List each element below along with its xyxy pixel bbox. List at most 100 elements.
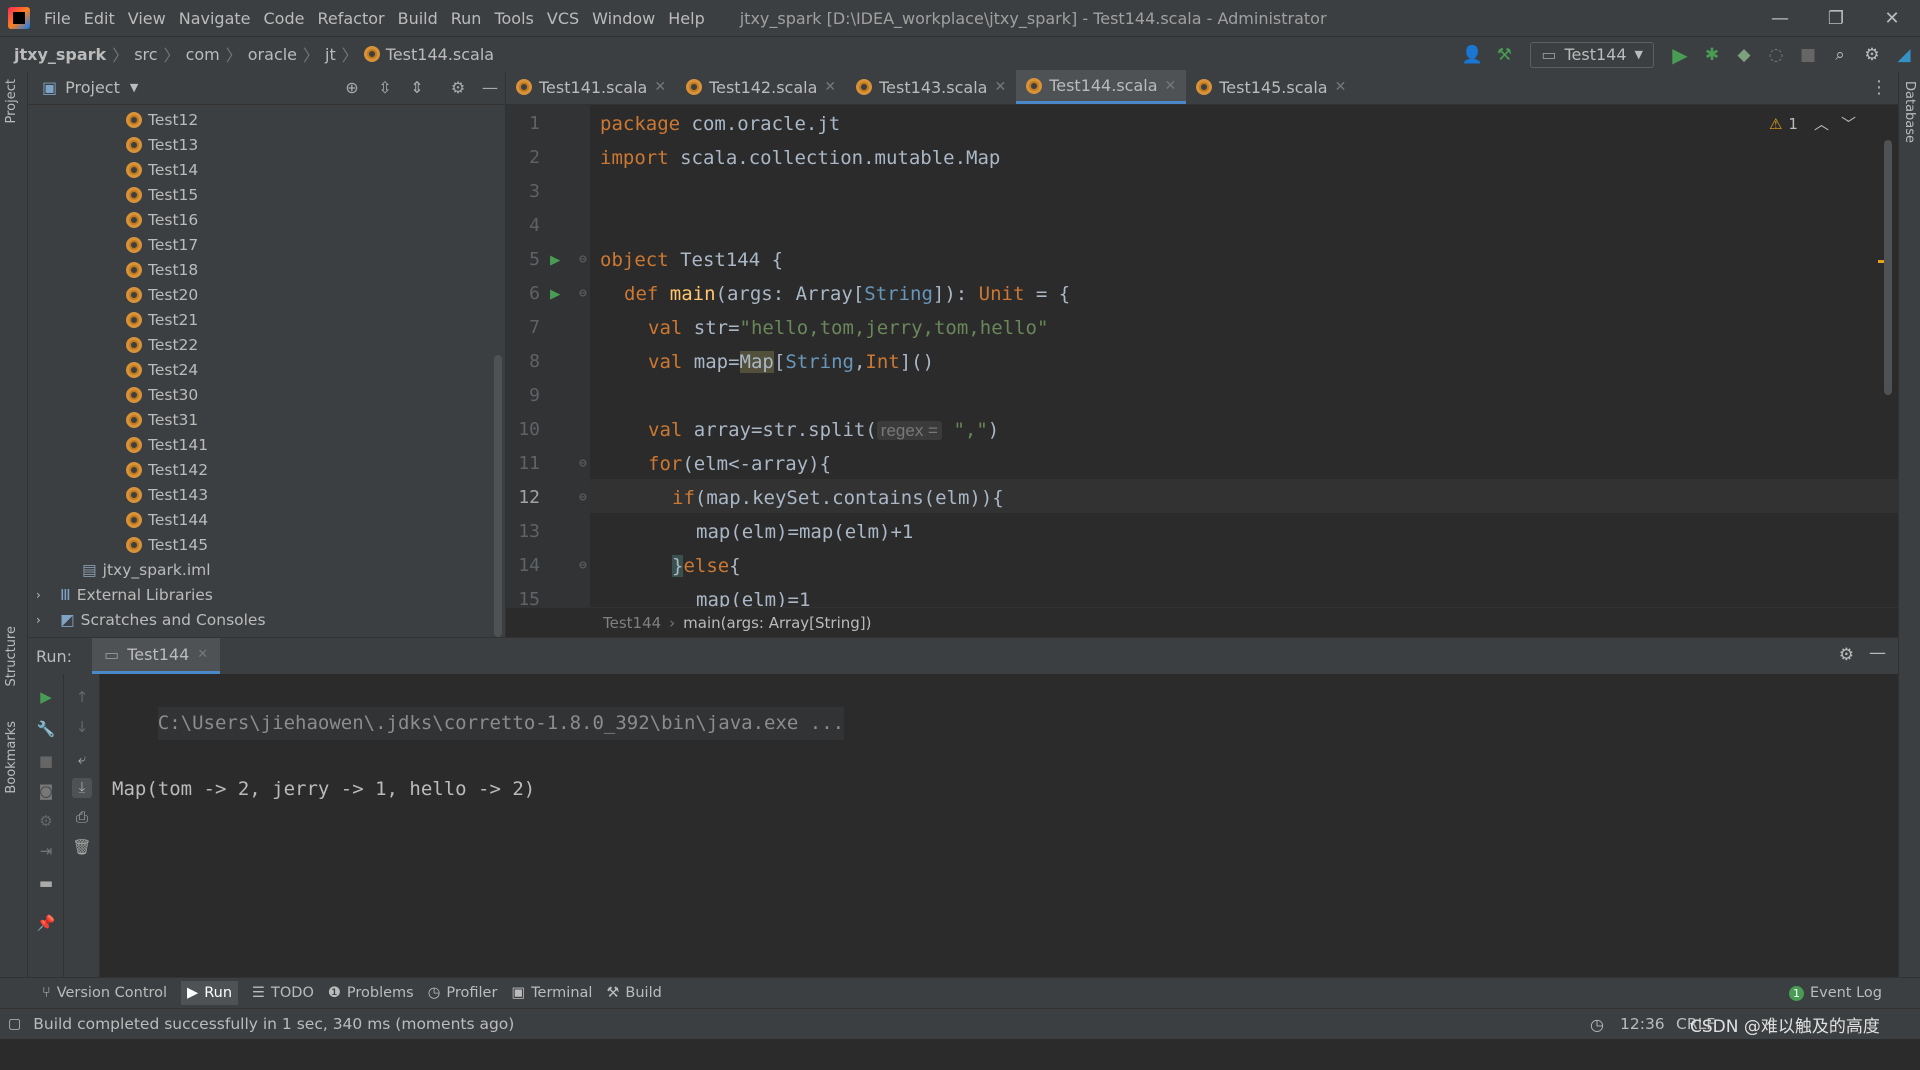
wrench-icon[interactable]: 🔧 bbox=[36, 720, 56, 740]
menu-refactor[interactable]: Refactor bbox=[317, 9, 384, 28]
arrow-up-icon[interactable]: ↑ bbox=[72, 688, 92, 708]
gear-icon[interactable]: ⚙ bbox=[36, 812, 56, 832]
collapse-all-icon[interactable]: ⇕ bbox=[407, 78, 427, 98]
structure-tool-button[interactable]: Structure bbox=[4, 626, 19, 686]
tree-item-test145[interactable]: Test145 bbox=[28, 532, 498, 557]
breadcrumb-file[interactable]: Test144.scala bbox=[386, 45, 494, 64]
tree-item-external-libraries[interactable]: › Ⅲ External Libraries bbox=[28, 582, 498, 607]
breadcrumb-object[interactable]: Test144 bbox=[603, 614, 661, 632]
tab-test141[interactable]: Test141.scala ✕ bbox=[506, 70, 676, 104]
project-tool-button[interactable]: Project bbox=[4, 79, 19, 123]
trash-icon[interactable]: 🗑 bbox=[72, 838, 92, 858]
project-scrollbar[interactable] bbox=[494, 355, 502, 637]
menu-view[interactable]: View bbox=[128, 9, 166, 28]
fold-icon[interactable]: ⊖ bbox=[579, 549, 587, 583]
fold-icon[interactable]: ⊖ bbox=[579, 243, 587, 277]
tree-item-test30[interactable]: Test30 bbox=[28, 382, 498, 407]
layout-icon[interactable]: ▬ bbox=[36, 874, 56, 894]
camera-icon[interactable]: ◙ bbox=[36, 782, 56, 802]
soft-wrap-icon[interactable]: ⤶ bbox=[72, 750, 92, 770]
tab-test144[interactable]: Test144.scala ✕ bbox=[1016, 70, 1187, 104]
menu-file[interactable]: File bbox=[44, 9, 71, 28]
breadcrumb-oracle[interactable]: oracle bbox=[248, 45, 297, 64]
tree-item-test16[interactable]: Test16 bbox=[28, 207, 498, 232]
toolbox-icon[interactable]: ◢ bbox=[1889, 40, 1919, 70]
close-icon[interactable]: ✕ bbox=[824, 79, 836, 95]
run-gutter-icon[interactable]: ▶ bbox=[550, 243, 560, 277]
tab-test142[interactable]: Test142.scala ✕ bbox=[676, 70, 846, 104]
menu-help[interactable]: Help bbox=[668, 9, 704, 28]
run-icon[interactable]: ▶ bbox=[1665, 40, 1695, 70]
bookmarks-tool-button[interactable]: Bookmarks bbox=[4, 721, 19, 794]
run-gutter-icon[interactable]: ▶ bbox=[550, 277, 560, 311]
restore-icon[interactable]: ❐ bbox=[1808, 0, 1864, 36]
tree-item-test13[interactable]: Test13 bbox=[28, 132, 498, 157]
breadcrumb-src[interactable]: src bbox=[134, 45, 157, 64]
tree-item-test20[interactable]: Test20 bbox=[28, 282, 498, 307]
run-tab-test144[interactable]: ▭ Test144 ✕ bbox=[92, 638, 221, 674]
search-icon[interactable]: ⌕ bbox=[1825, 40, 1855, 70]
tree-item-iml[interactable]: ▤ jtxy_spark.iml bbox=[28, 557, 498, 582]
tool-terminal[interactable]: ▣ Terminal bbox=[511, 985, 592, 1001]
print-icon[interactable]: ⎙ bbox=[72, 808, 92, 828]
tree-item-test22[interactable]: Test22 bbox=[28, 332, 498, 357]
tree-item-test18[interactable]: Test18 bbox=[28, 257, 498, 282]
pin-icon[interactable]: 📌 bbox=[36, 914, 56, 934]
status-window-icon[interactable]: ▢ bbox=[8, 1016, 21, 1032]
chevron-down-icon[interactable]: ▼ bbox=[130, 81, 138, 94]
breadcrumb-jt[interactable]: jt bbox=[325, 45, 336, 64]
close-icon[interactable]: ✕ bbox=[1335, 79, 1347, 95]
tree-item-test24[interactable]: Test24 bbox=[28, 357, 498, 382]
code-editor[interactable]: ⚠ 1 ︿ ﹀ 1 package com.oracle.jt 2 import s… bbox=[506, 105, 1900, 607]
menu-navigate[interactable]: Navigate bbox=[179, 9, 251, 28]
scroll-to-end-icon[interactable]: ⤓ bbox=[72, 778, 92, 798]
menu-code[interactable]: Code bbox=[264, 9, 305, 28]
coverage-icon[interactable]: ◆ bbox=[1729, 40, 1759, 70]
tree-item-test14[interactable]: Test14 bbox=[28, 157, 498, 182]
tool-profiler[interactable]: ◷ Profiler bbox=[428, 985, 498, 1001]
run-configuration-select[interactable]: ▭ Test144 ▼ bbox=[1530, 41, 1654, 68]
database-tool-button[interactable]: Database bbox=[1902, 81, 1917, 143]
profile-icon[interactable]: ◌ bbox=[1761, 40, 1791, 70]
hide-icon[interactable]: — bbox=[1869, 643, 1886, 663]
gear-icon[interactable]: ⚙ bbox=[1857, 40, 1887, 70]
fold-icon[interactable]: ⊖ bbox=[579, 481, 587, 515]
minimize-icon[interactable]: — bbox=[1752, 0, 1808, 36]
tree-item-test142[interactable]: Test142 bbox=[28, 457, 498, 482]
close-icon[interactable]: ✕ bbox=[994, 79, 1006, 95]
status-message[interactable]: Build completed successfully in 1 sec, 3… bbox=[33, 1015, 514, 1033]
fold-icon[interactable]: ⊖ bbox=[579, 277, 587, 311]
project-view-title[interactable]: Project bbox=[65, 78, 120, 97]
arrow-down-icon[interactable]: ↓ bbox=[72, 718, 92, 738]
build-hammer-icon[interactable]: ⚒ bbox=[1489, 40, 1519, 70]
tree-item-test21[interactable]: Test21 bbox=[28, 307, 498, 332]
breadcrumb-method[interactable]: main(args: Array[String]) bbox=[683, 614, 871, 632]
status-time[interactable]: 12:36 bbox=[1620, 1015, 1665, 1033]
tool-problems[interactable]: ❶ Problems bbox=[328, 985, 414, 1001]
gear-icon[interactable]: ⚙ bbox=[1839, 645, 1854, 665]
expand-all-icon[interactable]: ⇳ bbox=[375, 78, 395, 98]
tree-item-scratches[interactable]: › ◩ Scratches and Consoles bbox=[28, 607, 498, 632]
menu-vcs[interactable]: VCS bbox=[547, 9, 579, 28]
close-icon[interactable]: ✕ bbox=[197, 647, 208, 662]
debug-icon[interactable]: ✱ bbox=[1697, 40, 1727, 70]
breadcrumb-com[interactable]: com bbox=[186, 45, 220, 64]
tree-item-test141[interactable]: Test141 bbox=[28, 432, 498, 457]
tool-event-log[interactable]: 1 Event Log bbox=[1788, 985, 1882, 1001]
tree-item-test15[interactable]: Test15 bbox=[28, 182, 498, 207]
menu-window[interactable]: Window bbox=[592, 9, 655, 28]
tree-item-test17[interactable]: Test17 bbox=[28, 232, 498, 257]
tab-test143[interactable]: Test143.scala ✕ bbox=[846, 70, 1016, 104]
tool-version-control[interactable]: ⑂ Version Control bbox=[42, 985, 167, 1001]
breadcrumb-project[interactable]: jtxy_spark bbox=[14, 45, 106, 64]
more-vertical-icon[interactable]: ⋮ bbox=[1870, 77, 1888, 98]
gear-icon[interactable]: ⚙ bbox=[448, 78, 468, 98]
tree-item-test143[interactable]: Test143 bbox=[28, 482, 498, 507]
stop-icon[interactable]: ■ bbox=[36, 752, 56, 772]
close-icon[interactable]: ✕ bbox=[654, 79, 666, 95]
chevron-right-icon[interactable]: › bbox=[36, 588, 54, 602]
editor-scrollbar[interactable] bbox=[1884, 140, 1892, 395]
close-icon[interactable]: ✕ bbox=[1165, 78, 1177, 94]
menu-run[interactable]: Run bbox=[451, 9, 482, 28]
tree-item-test12[interactable]: Test12 bbox=[28, 107, 498, 132]
